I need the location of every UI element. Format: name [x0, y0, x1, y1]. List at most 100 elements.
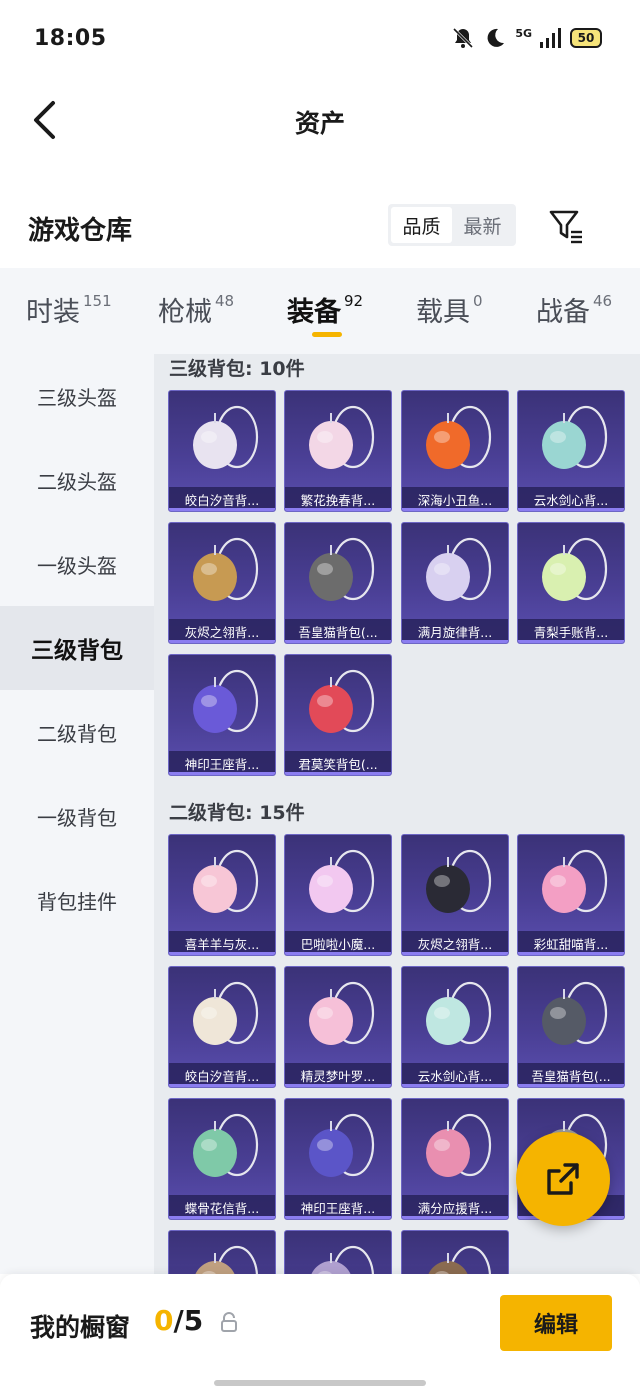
status-bar: 18:05 5G 50: [0, 0, 640, 80]
item-card[interactable]: 吾皇猫背包(...: [284, 522, 392, 644]
item-card[interactable]: 青梨手账背...: [517, 522, 625, 644]
backpack-icon: [309, 981, 375, 1045]
item-card[interactable]: 满分应援背...: [401, 1098, 509, 1220]
tab-count: 0: [473, 292, 483, 310]
backpack-icon: [309, 537, 375, 601]
tab-label: 时装: [26, 297, 80, 328]
tab-count: 46: [593, 292, 613, 310]
filter-icon: [549, 210, 582, 244]
backpack-icon: [426, 1113, 492, 1177]
item-card[interactable]: 彩虹甜喵背...: [517, 834, 625, 956]
backpack-icon: [428, 1245, 491, 1274]
bell-off-icon: [453, 27, 474, 49]
backpack-icon: [542, 405, 608, 469]
rarity-stripe: [402, 1216, 508, 1219]
showcase-count: 0/5: [154, 1304, 203, 1337]
page-title: 资产: [294, 109, 345, 138]
tab-count: 48: [215, 292, 235, 310]
item-card[interactable]: 吾皇猫背包(...: [517, 966, 625, 1088]
rarity-stripe: [402, 640, 508, 643]
edit-button[interactable]: 编辑: [500, 1295, 612, 1351]
item-card[interactable]: 云水剑心背...: [517, 390, 625, 512]
group-title: 三级背包: 10件: [169, 358, 305, 380]
item-card[interactable]: 巴啦啦小魔...: [284, 834, 392, 956]
sort-option-quality[interactable]: 品质: [391, 207, 452, 243]
sidebar-item-backpack-2[interactable]: 二级背包: [0, 690, 154, 774]
group-title: 二级背包: 15件: [169, 802, 305, 824]
rarity-stripe: [169, 640, 275, 643]
item-card[interactable]: 灰烬之翎背...: [401, 834, 509, 956]
sort-toggle: 品质 最新: [388, 204, 516, 246]
tab-vehicles[interactable]: 载具 0: [416, 290, 483, 329]
rarity-stripe: [402, 508, 508, 511]
backpack-icon: [193, 405, 259, 469]
share-button[interactable]: [516, 1132, 610, 1226]
item-card[interactable]: 满月旋律背...: [401, 522, 509, 644]
item-card[interactable]: 蝶骨花信背...: [168, 1098, 276, 1220]
sidebar-item-helmet-2[interactable]: 二级头盔: [0, 438, 154, 522]
nav-bar: 资产: [0, 80, 640, 164]
tab-fashion[interactable]: 时装 151: [26, 290, 112, 329]
tab-label: 载具: [416, 297, 470, 328]
item-card[interactable]: 云水剑心背...: [401, 966, 509, 1088]
backpack-icon: [426, 405, 492, 469]
backpack-icon: [542, 849, 608, 913]
item-card[interactable]: 繁花挽春背...: [284, 390, 392, 512]
showcase-total: /5: [173, 1304, 204, 1337]
home-indicator: [214, 1380, 426, 1386]
backpack-icon: [195, 1245, 258, 1274]
sidebar-item-backpack-charm[interactable]: 背包挂件: [0, 858, 154, 942]
status-time: 18:05: [34, 26, 107, 51]
backpack-icon: [542, 981, 608, 1045]
sidebar-item-backpack-3[interactable]: 三级背包: [0, 606, 154, 690]
backpack-icon: [193, 981, 259, 1045]
item-card[interactable]: [284, 1230, 392, 1274]
item-card[interactable]: [401, 1230, 509, 1274]
item-card[interactable]: 深海小丑鱼...: [401, 390, 509, 512]
section-header: 游戏仓库 品质 最新: [0, 190, 640, 266]
rarity-stripe: [285, 508, 391, 511]
tab-label: 战备: [536, 297, 590, 328]
backpack-icon: [309, 669, 375, 733]
backpack-icon: [193, 669, 259, 733]
rarity-stripe: [169, 508, 275, 511]
item-card[interactable]: 皎白汐音背...: [168, 390, 276, 512]
sort-option-latest[interactable]: 最新: [452, 207, 513, 243]
backpack-icon: [426, 537, 492, 601]
backpack-icon: [542, 537, 608, 601]
lock-icon: [220, 1312, 238, 1336]
rarity-stripe: [285, 772, 391, 775]
item-card[interactable]: 精灵梦叶罗...: [284, 966, 392, 1088]
tab-guns[interactable]: 枪械 48: [158, 290, 234, 329]
sidebar-item-helmet-1[interactable]: 一级头盔: [0, 522, 154, 606]
sidebar-item-helmet-3[interactable]: 三级头盔: [0, 354, 154, 438]
backpack-icon: [193, 1113, 259, 1177]
rarity-stripe: [285, 1216, 391, 1219]
sidebar-item-backpack-1[interactable]: 一级背包: [0, 774, 154, 858]
rarity-stripe: [169, 952, 275, 955]
item-card[interactable]: 神印王座背...: [284, 1098, 392, 1220]
rarity-stripe: [518, 640, 624, 643]
rarity-stripe: [285, 1084, 391, 1087]
rarity-stripe: [518, 1084, 624, 1087]
status-icons: 5G 50: [451, 26, 602, 50]
item-card[interactable]: [168, 1230, 276, 1274]
item-card[interactable]: 皎白汐音背...: [168, 966, 276, 1088]
backpack-icon: [309, 849, 375, 913]
backpack-icon: [309, 405, 375, 469]
item-card[interactable]: 君莫笑背包(...: [284, 654, 392, 776]
tab-gear[interactable]: 战备 46: [536, 290, 612, 329]
rarity-stripe: [285, 640, 391, 643]
section-title: 游戏仓库: [28, 216, 133, 246]
rarity-stripe: [169, 1084, 275, 1087]
tab-equipment[interactable]: 装备 92: [287, 290, 363, 329]
tab-label: 装备: [287, 297, 341, 328]
filter-button[interactable]: [546, 206, 586, 246]
backpack-icon: [426, 849, 492, 913]
item-card[interactable]: 喜羊羊与灰...: [168, 834, 276, 956]
showcase-current: 0: [154, 1304, 174, 1337]
share-icon: [547, 1163, 579, 1195]
item-card[interactable]: 神印王座背...: [168, 654, 276, 776]
rarity-stripe: [402, 1084, 508, 1087]
item-card[interactable]: 灰烬之翎背...: [168, 522, 276, 644]
